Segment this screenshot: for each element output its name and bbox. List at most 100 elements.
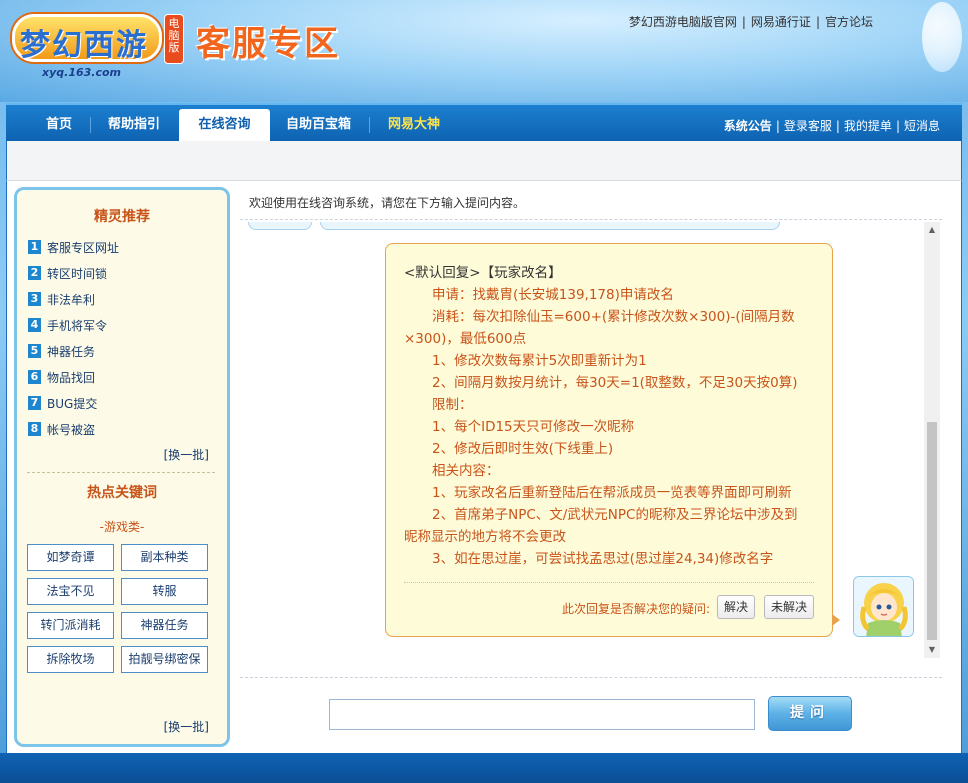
recommend-item[interactable]: 2 转区时间锁 [28, 260, 218, 286]
item-label: BUG提交 [47, 396, 98, 411]
scroll-thumb[interactable] [927, 422, 937, 640]
item-label: 帐号被盗 [47, 422, 96, 437]
previous-message-avatar-stub [248, 222, 312, 230]
item-label: 非法牟利 [47, 292, 96, 307]
item-label: 物品找回 [47, 370, 96, 385]
refresh-keywords-link[interactable]: [换一批] [164, 718, 209, 735]
scroll-up-arrow-icon[interactable]: ▲ [924, 222, 940, 238]
dashed-divider [240, 677, 942, 678]
unsolved-button[interactable]: 未解决 [764, 595, 814, 619]
game-logo[interactable]: 梦幻西游 电脑版 xyq.163.com [12, 10, 184, 79]
chat-log[interactable]: <默认回复>【玩家改名】 申请：找戴胄(长安城139,178)申请改名 消耗：每… [242, 222, 942, 658]
welcome-text: 欢迎使用在线咨询系统，请您在下方输入提问内容。 [249, 196, 526, 210]
recommend-title: 精灵推荐 [94, 209, 150, 225]
messages-link[interactable]: 短消息 [904, 119, 940, 133]
keyword-button[interactable]: 拍靓号绑密保 [121, 646, 208, 673]
dashed-divider [240, 219, 942, 220]
reply-line: ×300)，最低600点 [404, 331, 527, 347]
logo-text: 梦幻西游 [20, 28, 148, 63]
item-label: 手机将军令 [47, 318, 108, 333]
keyword-button[interactable]: 如梦奇谭 [27, 544, 114, 571]
sub-bar [6, 141, 962, 181]
solved-button[interactable]: 解决 [717, 595, 755, 619]
main-nav: 首页 帮助指引 在线咨询 自助百宝箱 网易大神 系统公告 | 登录客服 | 我的提单 | 短… [6, 103, 962, 143]
scroll-down-arrow-icon[interactable]: ▼ [924, 642, 940, 658]
recommend-item[interactable]: 1 客服专区网址 [28, 234, 218, 260]
site-title: 客服专区 [196, 24, 340, 64]
forum-link[interactable]: 官方论坛 [825, 15, 873, 29]
chat-scrollbar[interactable]: ▲ ▼ [924, 222, 940, 658]
recommend-item[interactable]: 4 手机将军令 [28, 312, 218, 338]
item-label: 转区时间锁 [47, 266, 108, 281]
reply-heading: <默认回复>【玩家改名】 [404, 265, 562, 281]
official-site-link[interactable]: 梦幻西游电脑版官网 [629, 15, 737, 29]
reply-line: 申请：找戴胄(长安城139,178)申请改名 [432, 287, 674, 303]
keyword-button[interactable]: 转服 [121, 578, 208, 605]
reply-line: 2、首席弟子NPC、文/武状元NPC的昵称及三界论坛中涉及到 [432, 507, 798, 523]
nav-home[interactable]: 首页 [46, 105, 72, 141]
item-number: 4 [28, 318, 41, 332]
item-number: 7 [28, 396, 41, 410]
reply-line: 限制： [432, 397, 473, 413]
nav-netease-dashen[interactable]: 网易大神 [388, 105, 440, 141]
keyword-button[interactable]: 副本种类 [121, 544, 208, 571]
separator: | [775, 119, 780, 133]
sidebar: 精灵推荐 1 客服专区网址 2 转区时间锁 3 非法牟利 4 手机将军令 5 神器任务 6… [14, 187, 230, 747]
reply-line: 2、间隔月数按月统计，每30天=1(取整数，不足30天按0算) [432, 375, 798, 391]
separator: | [815, 15, 820, 29]
recommend-item[interactable]: 7 BUG提交 [28, 390, 218, 416]
nav-help[interactable]: 帮助指引 [108, 105, 160, 141]
system-notice-link[interactable]: 系统公告 [724, 119, 772, 133]
logo-badge: 电脑版 [164, 14, 184, 64]
nav-online-consult[interactable]: 在线咨询 [179, 109, 270, 143]
reply-line: 消耗：每次扣除仙玉=600+(累计修改次数×300)-(间隔月数 [432, 309, 795, 325]
recommend-item[interactable]: 5 神器任务 [28, 338, 218, 364]
item-number: 1 [28, 240, 41, 254]
footer-bar [0, 753, 968, 783]
reply-line: 2、修改后即时生效(下线重上) [432, 441, 614, 457]
my-tickets-link[interactable]: 我的提单 [844, 119, 892, 133]
item-label: 客服专区网址 [47, 240, 120, 255]
nav-right-links: 系统公告 | 登录客服 | 我的提单 | 短消息 [724, 117, 940, 134]
separator: | [895, 119, 900, 133]
nav-self-service[interactable]: 自助百宝箱 [286, 105, 351, 141]
keyword-category: -游戏类- [99, 520, 145, 534]
recommend-item[interactable]: 3 非法牟利 [28, 286, 218, 312]
nav-divider [369, 117, 370, 133]
reply-line: 1、每个ID15天只可修改一次昵称 [432, 419, 635, 435]
assistant-avatar [853, 576, 914, 637]
sidebar-divider [27, 472, 215, 473]
separator: | [835, 119, 840, 133]
item-label: 神器任务 [47, 344, 96, 359]
page-header: 梦幻西游 电脑版 xyq.163.com 客服专区 梦幻西游电脑版官网 | 网易通行… [0, 0, 968, 102]
hot-keywords-title: 热点关键词 [87, 485, 157, 501]
nav-divider [90, 117, 91, 133]
passport-link[interactable]: 网易通行证 [751, 15, 811, 29]
ask-button[interactable]: 提问 [768, 696, 852, 731]
item-number: 2 [28, 266, 41, 280]
bubble-pointer [832, 614, 840, 626]
reply-line: 3、如在思过崖，可尝试找孟思过(思过崖24,34)修改名字 [432, 551, 774, 567]
refresh-recommend-link[interactable]: [换一批] [164, 446, 209, 463]
recommend-item[interactable]: 6 物品找回 [28, 364, 218, 390]
reply-divider [404, 582, 814, 583]
question-input[interactable] [329, 699, 755, 730]
previous-message-bubble [320, 222, 780, 230]
reply-line: 相关内容： [432, 463, 500, 479]
fairy-avatar-icon [854, 577, 913, 636]
keyword-button[interactable]: 拆除牧场 [27, 646, 114, 673]
reply-line: 1、修改次数每累计5次即重新计为1 [432, 353, 647, 369]
keyword-button[interactable]: 法宝不见 [27, 578, 114, 605]
keyword-button[interactable]: 神器任务 [121, 612, 208, 639]
item-number: 5 [28, 344, 41, 358]
decorative-bubble [922, 2, 962, 72]
reply-bubble: <默认回复>【玩家改名】 申请：找戴胄(长安城139,178)申请改名 消耗：每… [385, 243, 840, 637]
item-number: 6 [28, 370, 41, 384]
item-number: 8 [28, 422, 41, 436]
recommend-item[interactable]: 8 帐号被盗 [28, 416, 218, 442]
logo-url: xyq.163.com [42, 66, 121, 79]
reply-line: 1、玩家改名后重新登陆后在帮派成员一览表等界面即可刷新 [432, 485, 792, 501]
separator: | [741, 15, 746, 29]
login-service-link[interactable]: 登录客服 [784, 119, 832, 133]
keyword-button[interactable]: 转门派消耗 [27, 612, 114, 639]
